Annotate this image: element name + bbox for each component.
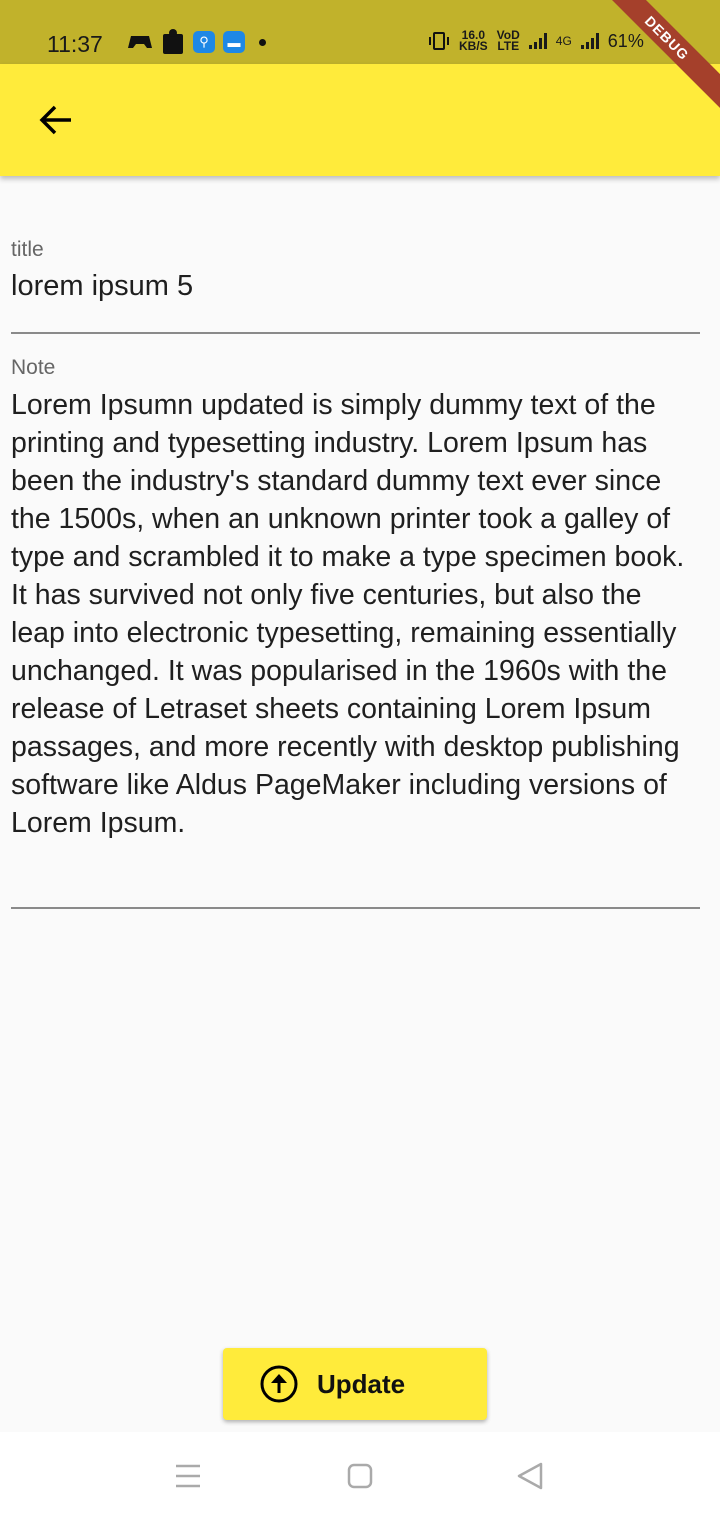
menu-icon[interactable]: [164, 1456, 212, 1496]
android-icon: ▬: [223, 31, 245, 53]
note-input[interactable]: Lorem Ipsumn updated is simply dummy tex…: [11, 386, 700, 842]
more-notifications-dot: [259, 38, 266, 46]
status-time: 11:37: [47, 31, 103, 57]
title-field[interactable]: title lorem ipsum 5: [11, 238, 700, 303]
note-label: Note: [11, 356, 56, 379]
arrow-back-icon[interactable]: [28, 92, 84, 148]
status-indicators: 16.0 KB/S VoD LTE 4G 61%: [428, 29, 644, 53]
title-input[interactable]: lorem ipsum 5: [11, 270, 700, 303]
update-label: Update: [317, 1368, 406, 1399]
notification-icons: ⚲ ▬: [127, 28, 266, 56]
volte-indicator: VoD LTE: [497, 29, 520, 53]
status-bar: 11:37 ⚲ ▬ 16.0 KB/S VoD LTE 4G 61%: [0, 0, 720, 64]
network-type: 4G: [555, 34, 572, 48]
puzzle-icon: [163, 29, 183, 54]
system-nav-bar: [0, 1432, 720, 1520]
title-label: title: [11, 238, 44, 261]
volte-bottom: LTE: [497, 39, 520, 53]
note-field[interactable]: Note Lorem Ipsumn updated is simply dumm…: [11, 356, 700, 842]
speed-unit: KB/S: [459, 39, 488, 53]
home-icon[interactable]: [336, 1456, 384, 1496]
gamepad-icon: [128, 36, 152, 48]
signal-icon: [528, 33, 547, 49]
battery-level: 61%: [607, 30, 644, 51]
title-underline: [11, 332, 700, 334]
usb-icon: ⚲: [193, 31, 215, 53]
network-speed: 16.0 KB/S: [459, 29, 488, 53]
signal-icon-2: [580, 33, 599, 49]
vibrate-icon: [429, 32, 449, 50]
note-underline: [11, 907, 700, 909]
app-bar: [0, 64, 720, 176]
arrow-up-circle-icon: [260, 1365, 298, 1403]
back-icon[interactable]: [508, 1456, 556, 1496]
update-button[interactable]: Update: [223, 1348, 487, 1420]
